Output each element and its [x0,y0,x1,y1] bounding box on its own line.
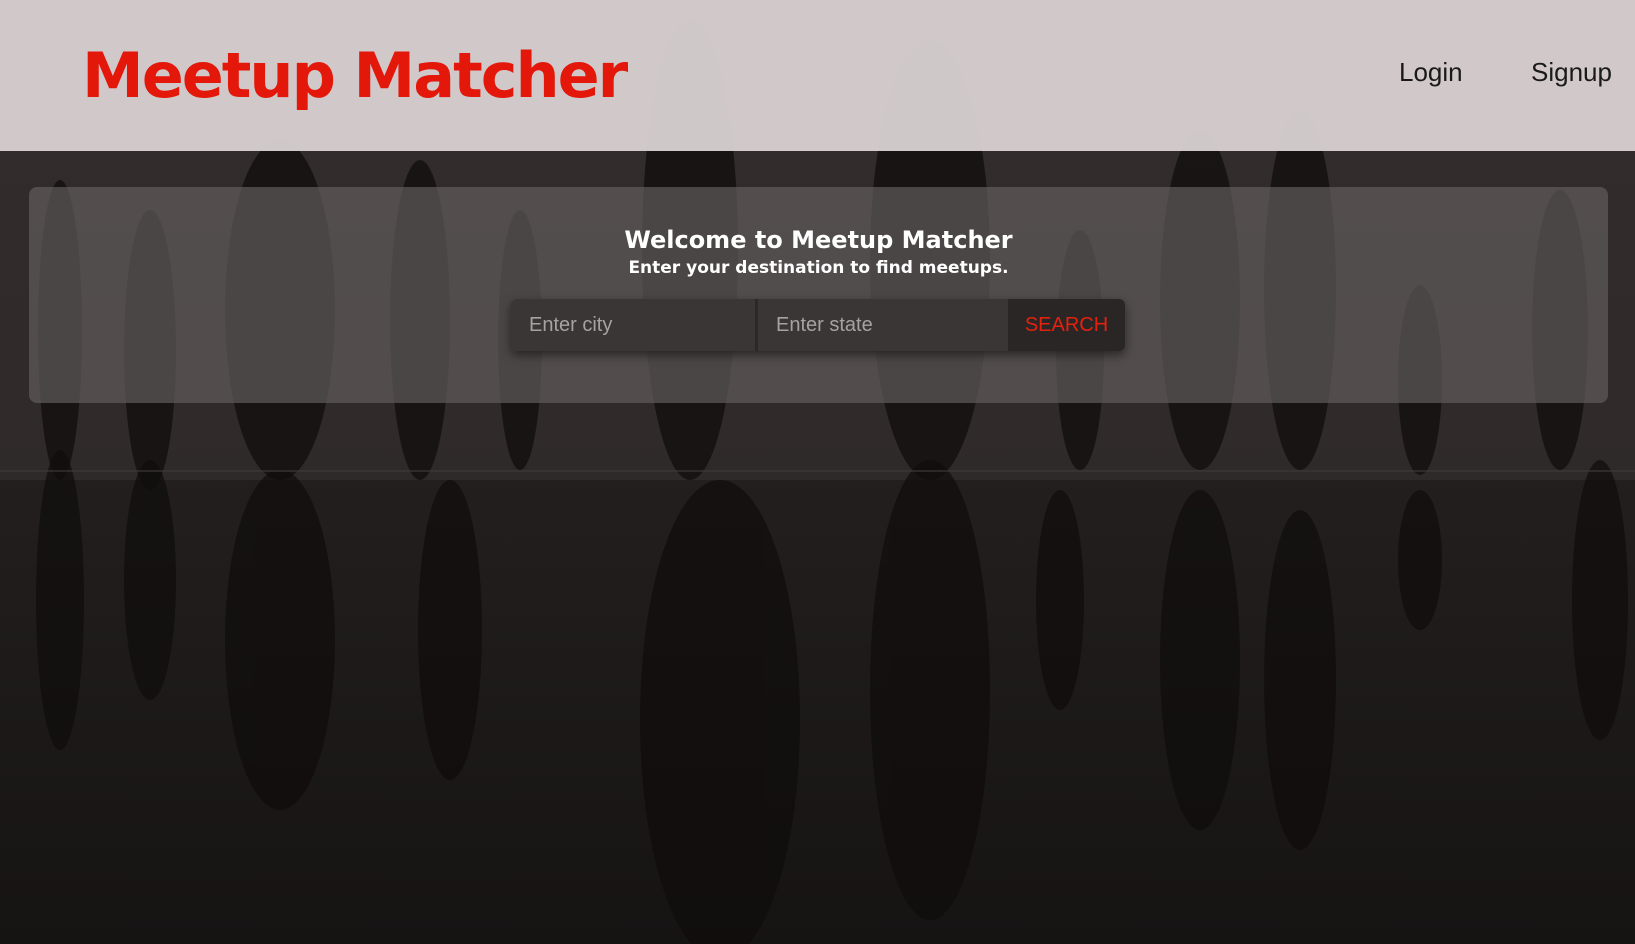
top-navigation-bar: Meetup Matcher Login Signup [0,0,1635,151]
state-input[interactable] [758,299,1008,351]
welcome-heading: Welcome to Meetup Matcher [624,226,1013,254]
signup-link[interactable]: Signup [1531,56,1612,88]
destination-search-form: SEARCH [511,299,1125,351]
login-link[interactable]: Login [1399,56,1463,88]
page: Meetup Matcher Login Signup Welcome to M… [0,0,1635,944]
search-button[interactable]: SEARCH [1008,299,1125,351]
brand-logo[interactable]: Meetup Matcher [82,36,628,116]
city-input[interactable] [511,299,758,351]
welcome-subtitle: Enter your destination to find meetups. [628,258,1009,278]
search-panel: Welcome to Meetup Matcher Enter your des… [29,187,1608,403]
